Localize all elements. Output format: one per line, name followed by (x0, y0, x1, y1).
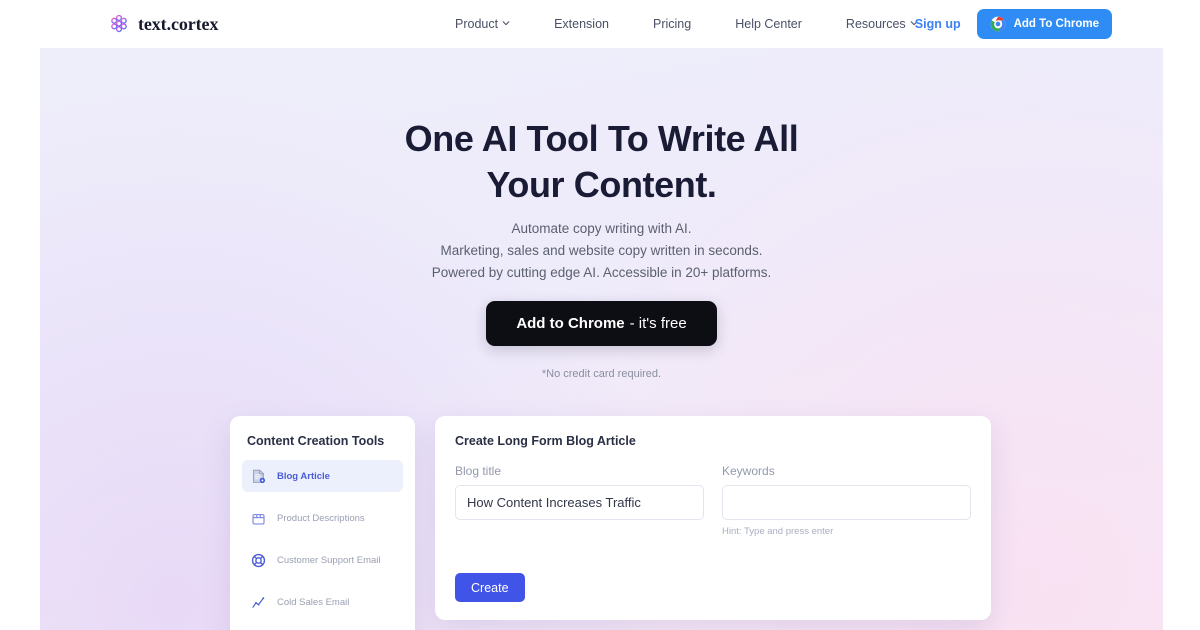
open-box-icon (250, 510, 267, 527)
form-fields-row: Blog title Keywords Hint: Type and press… (455, 464, 971, 537)
add-to-chrome-nav-button[interactable]: Add To Chrome (976, 9, 1112, 39)
nav-item-product-label: Product (455, 17, 499, 31)
nav-item-product[interactable]: Product (455, 11, 510, 37)
hero-title-line-2: Your Content. (486, 164, 717, 206)
nav-item-resources[interactable]: Resources (846, 11, 918, 37)
cortex-flower-icon (108, 13, 130, 35)
hero-subtitle: Automate copy writing with AI. Marketing… (40, 218, 1163, 284)
cta-label-strong: Add to Chrome (516, 315, 625, 332)
form-card-title: Create Long Form Blog Article (455, 434, 636, 448)
keywords-field-group: Keywords Hint: Type and press enter (722, 464, 971, 537)
sidebar-item-blog-article[interactable]: Blog Article (242, 460, 403, 492)
add-to-chrome-nav-label: Add To Chrome (1013, 18, 1099, 30)
cta-label-light: - it's free (629, 315, 687, 332)
cta-disclaimer: *No credit card required. (541, 368, 662, 380)
hero-subtitle-line-3: Powered by cutting edge AI. Accessible i… (431, 264, 772, 280)
add-to-chrome-cta-button[interactable]: Add to Chrome - it's free (486, 301, 717, 346)
brand-logo-link[interactable]: text.cortex (108, 13, 218, 35)
chevron-down-icon (502, 19, 510, 27)
nav-actions: Sign up Add To Chrome (915, 9, 1112, 39)
sidebar-item-product-descriptions[interactable]: Product Descriptions (242, 502, 403, 534)
hero-section: One AI Tool To Write All Your Content. A… (40, 48, 1163, 630)
sidebar-item-blog-article-label: Blog Article (277, 470, 330, 482)
keywords-label: Keywords (722, 464, 775, 478)
hero-subtitle-line-2: Marketing, sales and website copy writte… (440, 242, 763, 258)
sidebar-item-cold-sales-email[interactable]: Cold Sales Email (242, 586, 403, 618)
nav-item-resources-label: Resources (845, 17, 906, 31)
sign-up-link[interactable]: Sign up (915, 17, 961, 31)
document-gear-icon (250, 468, 267, 485)
keywords-hint: Hint: Type and press enter (722, 526, 834, 537)
brand-name: text.cortex (138, 13, 219, 34)
top-navigation-bar: text.cortex Product Extension Pricing He… (0, 0, 1200, 48)
tools-panel-title: Content Creation Tools (247, 434, 385, 448)
nav-item-help-center[interactable]: Help Center (735, 11, 802, 37)
nav-item-extension[interactable]: Extension (554, 11, 609, 37)
app-preview-mockup: Content Creation Tools Blog Article Prod… (230, 416, 1015, 630)
hero-subtitle-line-1: Automate copy writing with AI. (511, 221, 692, 236)
blog-article-form-card: Create Long Form Blog Article Blog title… (435, 416, 991, 620)
hero-cta-container: Add to Chrome - it's free (40, 301, 1163, 346)
sidebar-item-customer-support-email[interactable]: Customer Support Email (242, 544, 403, 576)
keywords-input[interactable] (722, 485, 971, 520)
sidebar-item-customer-support-email-label: Customer Support Email (277, 554, 381, 566)
lifebuoy-icon (250, 552, 267, 569)
blog-title-field-group: Blog title (455, 464, 704, 537)
trend-chart-icon (250, 594, 267, 611)
hero-title-line-1: One AI Tool To Write All (404, 118, 799, 159)
nav-item-pricing[interactable]: Pricing (653, 11, 691, 37)
blog-title-label: Blog title (455, 464, 502, 478)
page-title: One AI Tool To Write All Your Content. (40, 116, 1163, 208)
create-button[interactable]: Create (455, 573, 525, 602)
nav-links: Product Extension Pricing Help Center Re… (455, 11, 918, 37)
blog-title-input[interactable] (455, 485, 704, 520)
content-creation-tools-panel: Content Creation Tools Blog Article Prod… (230, 416, 415, 630)
sidebar-item-cold-sales-email-label: Cold Sales Email (277, 596, 350, 608)
sidebar-item-product-descriptions-label: Product Descriptions (277, 512, 365, 524)
chrome-icon (990, 16, 1006, 32)
